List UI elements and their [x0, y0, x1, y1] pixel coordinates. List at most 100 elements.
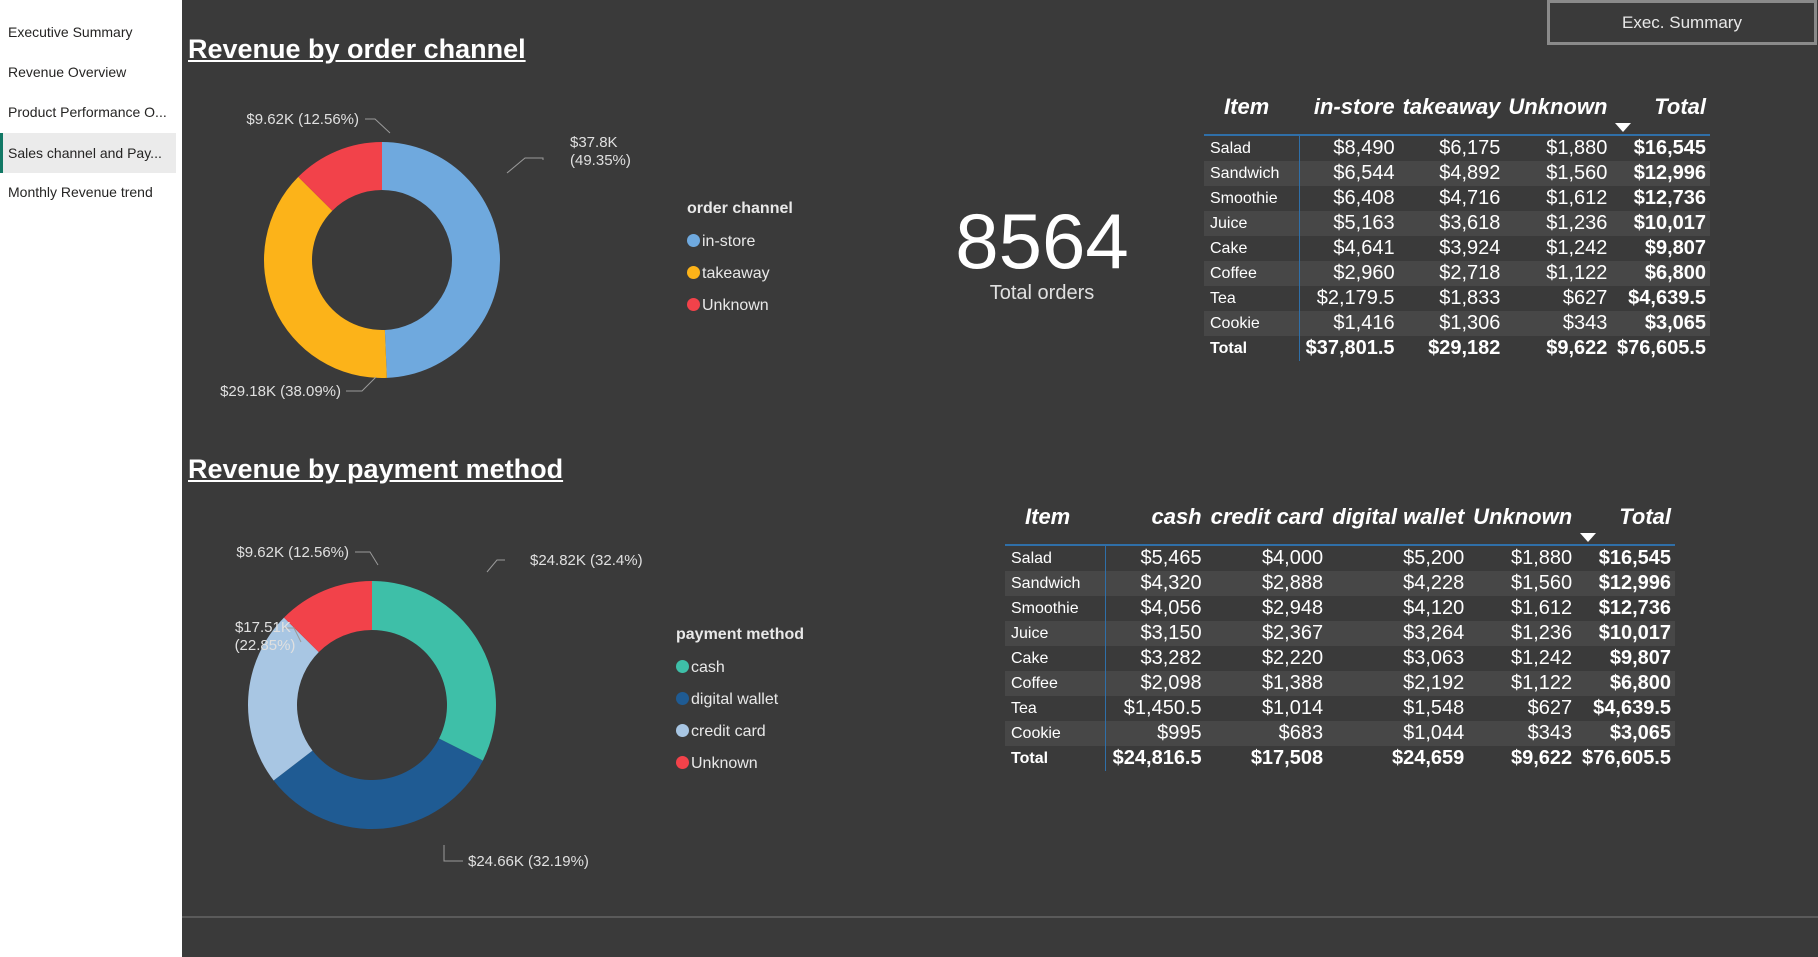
- table-cell: $6,800: [1576, 671, 1675, 696]
- table-cell: $12,736: [1598, 597, 1671, 619]
- matrix-header: Item cash credit card digital wallet Unknown…: [1005, 490, 1675, 546]
- table-cell: $683: [1205, 721, 1328, 746]
- column-header-takeaway[interactable]: takeaway: [1398, 80, 1505, 136]
- legend-item-cash[interactable]: cash: [676, 652, 804, 684]
- row-label: Coffee: [1204, 261, 1301, 286]
- credit-card-data-label: $17.51K (22.85%): [235, 619, 296, 654]
- table-cell: $1,880: [1510, 547, 1573, 569]
- nav-item-revenue-overview[interactable]: Revenue Overview: [0, 52, 176, 92]
- total-row[interactable]: Total $37,801.5 $29,182 $9,622 $76,605.5: [1204, 336, 1710, 361]
- table-cell: $343: [1504, 311, 1612, 336]
- column-header-label: Item: [1224, 94, 1270, 119]
- table-row[interactable]: Coffee $2,098 $1,388 $2,192 $1,122 $6,800: [1005, 671, 1675, 696]
- column-header-unknown[interactable]: Unknown: [1468, 490, 1577, 546]
- table-cell: $1,416: [1299, 311, 1399, 336]
- nav-item-sales-channel-payment[interactable]: Sales channel and Pay...: [0, 133, 176, 173]
- table-row[interactable]: Juice $5,163 $3,618 $1,236 $10,017: [1204, 211, 1710, 236]
- nav-item-monthly-revenue-trend[interactable]: Monthly Revenue trend: [0, 172, 176, 212]
- table-row[interactable]: Smoothie $6,408 $4,716 $1,612 $12,736: [1204, 186, 1710, 211]
- legend-item-credit-card[interactable]: credit card: [676, 716, 804, 748]
- legend-item-takeaway[interactable]: takeaway: [687, 258, 793, 290]
- row-label: Cake: [1005, 646, 1107, 671]
- table-cell: $2,220: [1261, 647, 1324, 669]
- column-header-in-store[interactable]: in-store: [1299, 80, 1399, 136]
- legend-dot: [687, 298, 700, 311]
- cash-data-label: $24.82K (32.4%): [530, 552, 643, 569]
- table-cell: $16,545: [1633, 137, 1706, 159]
- row-label: Total: [1005, 746, 1107, 771]
- legend-item-unknown[interactable]: Unknown: [687, 290, 793, 322]
- legend-item-in-store[interactable]: in-store: [687, 226, 793, 258]
- column-header-item[interactable]: Item: [1204, 80, 1300, 136]
- table-cell: $9,622: [1510, 747, 1573, 769]
- total-row[interactable]: Total $24,816.5 $17,508 $24,659 $9,622 $76,60…: [1005, 746, 1675, 771]
- nav-item-product-performance[interactable]: Product Performance O...: [0, 92, 176, 132]
- donut-slice-cash[interactable]: [372, 581, 496, 761]
- table-cell: $1,833: [1439, 287, 1501, 309]
- column-header-item[interactable]: Item: [1005, 490, 1106, 546]
- table-cell: $4,639.5: [1628, 287, 1706, 309]
- header-row: Item cash credit card digital wallet Unknown…: [1005, 490, 1675, 546]
- table-cell: $6,175: [1439, 137, 1501, 159]
- table-cell: $10,017: [1576, 621, 1675, 646]
- legend-label: credit card: [691, 723, 766, 740]
- page-navigation: Executive Summary Revenue Overview Produ…: [0, 0, 182, 957]
- table-cell: $3,065: [1611, 311, 1710, 336]
- table-cell: $1,560: [1468, 571, 1577, 596]
- table-cell: $4,120: [1403, 597, 1465, 619]
- table-cell: $12,996: [1611, 161, 1710, 186]
- legend-label: Unknown: [691, 755, 758, 772]
- row-label: Smoothie: [1204, 186, 1301, 211]
- table-cell: $1,122: [1468, 671, 1577, 696]
- table-row[interactable]: Cake $3,282 $2,220 $3,063 $1,242 $9,807: [1005, 646, 1675, 671]
- table-row[interactable]: Cake $4,641 $3,924 $1,242 $9,807: [1204, 236, 1710, 261]
- sort-descending-icon: [1615, 123, 1632, 132]
- table-row[interactable]: Sandwich $4,320 $2,888 $4,228 $1,560 $12,996: [1005, 571, 1675, 596]
- table-cell: $1,388: [1205, 671, 1328, 696]
- payment-method-donut-chart: $24.82K (32.4%) $9.62K (12.56%) $17.51K …: [235, 544, 643, 870]
- column-header-digital-wallet[interactable]: digital wallet: [1327, 490, 1469, 546]
- table-cell: $37,801.5: [1305, 337, 1395, 359]
- column-header-total[interactable]: Total: [1611, 80, 1710, 136]
- table-row[interactable]: Tea $1,450.5 $1,014 $1,548 $627 $4,639.5: [1005, 696, 1675, 721]
- legend-item-digital-wallet[interactable]: digital wallet: [676, 684, 804, 716]
- table-cell: $9,807: [1644, 237, 1706, 259]
- table-cell: $3,924: [1439, 237, 1501, 259]
- table-row[interactable]: Sandwich $6,544 $4,892 $1,560 $12,996: [1204, 161, 1710, 186]
- column-header-total[interactable]: Total: [1576, 490, 1675, 546]
- table-cell: $2,179.5: [1316, 287, 1395, 309]
- table-row[interactable]: Smoothie $4,056 $2,948 $4,120 $1,612 $12,736: [1005, 596, 1675, 621]
- table-cell: $1,242: [1510, 647, 1573, 669]
- table-cell: $343: [1468, 721, 1577, 746]
- legend-dot: [676, 692, 689, 705]
- donut-slice-takeaway[interactable]: [263, 176, 387, 378]
- nav-item-executive-summary[interactable]: Executive Summary: [0, 12, 176, 52]
- column-header-cash[interactable]: cash: [1105, 490, 1206, 546]
- table-cell: $1,236: [1468, 621, 1577, 646]
- table-row[interactable]: Juice $3,150 $2,367 $3,264 $1,236 $10,017: [1005, 621, 1675, 646]
- row-label: Salad: [1204, 135, 1301, 161]
- legend-label: takeaway: [702, 265, 770, 282]
- table-row[interactable]: Cookie $1,416 $1,306 $343 $3,065: [1204, 311, 1710, 336]
- table-cell: $76,605.5: [1582, 747, 1671, 769]
- table-row[interactable]: Tea $2,179.5 $1,833 $627 $4,639.5: [1204, 286, 1710, 311]
- order-channel-legend: order channel in-store takeaway Unknown: [687, 200, 793, 322]
- column-header-label: credit card: [1210, 504, 1324, 529]
- column-header-unknown[interactable]: Unknown: [1504, 80, 1612, 136]
- table-row[interactable]: Cookie $995 $683 $1,044 $343 $3,065: [1005, 721, 1675, 746]
- table-cell: $5,200: [1403, 547, 1465, 569]
- table-row[interactable]: Coffee $2,960 $2,718 $1,122 $6,800: [1204, 261, 1710, 286]
- table-cell: $3,282: [1140, 647, 1202, 669]
- report-canvas: Exec. Summary Revenue by order channel $…: [182, 0, 1818, 957]
- table-row[interactable]: Salad $5,465 $4,000 $5,200 $1,880 $16,545: [1005, 545, 1675, 571]
- table-cell: $2,367: [1205, 621, 1328, 646]
- donut-slice-in-store[interactable]: [382, 142, 501, 378]
- table-cell: $4,639.5: [1593, 697, 1671, 719]
- table-cell: $627: [1527, 697, 1573, 719]
- table-cell: $4,716: [1439, 187, 1501, 209]
- column-header-credit-card[interactable]: credit card: [1205, 490, 1328, 546]
- table-row[interactable]: Salad $8,490 $6,175 $1,880 $16,545: [1204, 135, 1710, 161]
- legend-item-unknown[interactable]: Unknown: [676, 748, 804, 780]
- exec-summary-button[interactable]: Exec. Summary: [1547, 0, 1817, 45]
- column-header-label: cash: [1151, 504, 1202, 529]
